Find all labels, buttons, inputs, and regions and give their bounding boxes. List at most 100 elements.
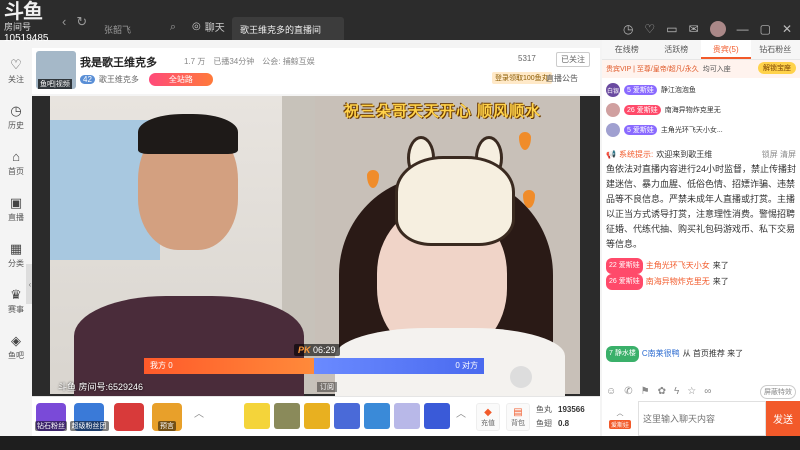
send-button[interactable]: 发送: [766, 401, 800, 436]
fan-badge: 5 爱斯娃: [624, 125, 657, 135]
message-icon[interactable]: ▭: [666, 22, 677, 36]
backpack-button[interactable]: ▤ 背包: [506, 403, 530, 431]
anchor-avatar-tag[interactable]: 鱼吧|视频: [38, 79, 72, 89]
chat-message[interactable]: 22 爱斯娃 主角光环飞天小女 来了: [606, 258, 796, 274]
history-icon[interactable]: ◷: [623, 22, 633, 36]
nav-home[interactable]: ⌂ 首页: [0, 140, 32, 186]
tab-online-rank[interactable]: 在线榜: [602, 40, 652, 59]
tab-diamond-fans[interactable]: 钻石粉丝: [751, 40, 800, 59]
gift-item[interactable]: [364, 403, 390, 429]
avatar: [606, 123, 620, 137]
right-camera-feed: [315, 96, 580, 396]
yuwan-label: 鱼丸: [536, 405, 552, 414]
gift-icon[interactable]: ✿: [658, 386, 666, 397]
follow-button[interactable]: 已关注: [556, 52, 590, 67]
chat-tab[interactable]: ◎ 聊天: [192, 19, 225, 34]
chevron-up-icon[interactable]: ︿: [456, 405, 466, 420]
avatar[interactable]: [709, 21, 726, 37]
gift-item[interactable]: [334, 403, 360, 429]
gift-item[interactable]: [244, 403, 270, 429]
chat-message[interactable]: 26 爱斯娃 南海异物炸克里无 来了: [606, 274, 796, 290]
login-reward-button[interactable]: 登录领取100鱼丸: [492, 72, 552, 84]
fullsite-button[interactable]: 全站路: [148, 73, 213, 86]
mail-icon[interactable]: ✉: [689, 22, 699, 36]
chevron-left-icon: ‹: [28, 279, 32, 289]
announcement-link[interactable]: 直播公告: [546, 73, 578, 84]
nav-follow[interactable]: ♡ 关注: [0, 48, 32, 94]
search-input[interactable]: 张韶飞: [104, 23, 131, 36]
back-arrow-icon[interactable]: ‹: [62, 14, 66, 30]
vip-medal: 白银: [606, 83, 620, 97]
subscribe-label[interactable]: 订阅: [317, 382, 337, 392]
refresh-icon[interactable]: ↻: [76, 14, 87, 30]
star-icon[interactable]: ☆: [687, 386, 696, 397]
video-player[interactable]: 祝三朵哥天天开心 顺风顺水 PK 06:29 我方 0 0 对方 斗鱼 房间号:…: [32, 96, 600, 396]
super-fans-button[interactable]: 超级粉丝团: [69, 403, 109, 431]
rank-tabs: 在线榜 活跃榜 贵宾(5) 钻石粉丝: [602, 40, 800, 60]
flag-icon[interactable]: ⚑: [641, 386, 650, 397]
vip-username: 南海异物炸克里无: [664, 107, 721, 114]
gift-item[interactable]: [274, 403, 300, 429]
chat-box[interactable]: 📢 系统提示: 欢迎来到歌王维 锁屏 清屏 鱼依法对直播内容进行24小时监督，禁…: [602, 145, 800, 411]
chat-user[interactable]: 主角光环飞天小女: [646, 258, 710, 274]
restore-icon[interactable]: ▢: [760, 22, 771, 36]
backpack-icon: ▤: [513, 406, 523, 418]
link-icon[interactable]: ∞: [704, 386, 711, 397]
douyu-logo[interactable]: 斗鱼 房间号 10519485: [4, 2, 56, 48]
tab-active-rank[interactable]: 活跃榜: [652, 40, 702, 59]
prediction-button[interactable]: 预言: [152, 403, 182, 431]
room-tab[interactable]: 歌王维克多的直播间: [232, 17, 344, 40]
system-welcome: 欢迎来到歌王维: [656, 150, 713, 159]
chat-user[interactable]: C南莱很鸭: [642, 346, 680, 362]
anchor-name[interactable]: 歌王维克多: [99, 74, 139, 85]
vip-username: 静江泡泡鱼: [660, 87, 696, 94]
pk-opponent-avatar[interactable]: [510, 366, 532, 388]
list-item[interactable]: 白银 5 爱斯娃 静江泡泡鱼: [606, 80, 796, 100]
room-meta: 1.7 万 已播34分钟 公会: 捕鲸互娱: [184, 56, 315, 67]
chat-tools[interactable]: 锁屏 清屏: [762, 149, 796, 160]
chat-input[interactable]: [638, 401, 766, 436]
megaphone-icon[interactable]: ✆: [624, 386, 632, 397]
pk-opponent-score: 0 对方: [314, 358, 484, 374]
shield-effects-button[interactable]: 屏蔽特效: [760, 385, 796, 399]
carrot-sticker: [519, 132, 531, 150]
top-icons: ◷ ♡ ▭ ✉ — ▢ ✕: [623, 21, 792, 37]
noble-strip: 贵宾VIP | 至尊/皇帝/超凡/永久 均可入座 解锁宝座: [602, 60, 800, 78]
unlock-seat-button[interactable]: 解锁宝座: [758, 62, 796, 74]
carrot-sticker: [523, 190, 535, 208]
search-box[interactable]: 张韶飞 ⌕: [96, 19, 182, 37]
tab-vip[interactable]: 贵宾(5): [701, 40, 751, 59]
chat-message[interactable]: 7 静水楼 C南莱很鸭 从 首页推荐 来了: [606, 346, 796, 362]
search-icon[interactable]: ⌕: [170, 21, 176, 34]
gift-toolbar: 钻石粉丝 超级粉丝团 预言 ︿ ︿ ◆ 充值 ▤ 背包 鱼丸 193566 鱼翅 0.8: [32, 396, 600, 436]
lightning-icon[interactable]: ϟ: [674, 386, 679, 397]
nav-history[interactable]: ◷ 历史: [0, 94, 32, 140]
gift-item[interactable]: [424, 403, 450, 429]
nav-label: 历史: [8, 120, 24, 130]
follow-count: 5317: [518, 54, 536, 63]
emoji-icon[interactable]: ☺: [606, 386, 616, 397]
favorite-icon[interactable]: ♡: [644, 22, 655, 36]
prediction-label: 预言: [158, 421, 176, 431]
pk-label: PK: [298, 345, 311, 355]
fan-badge: 5 爱斯娃: [624, 85, 657, 95]
recharge-button[interactable]: ◆ 充值: [476, 403, 500, 431]
gift-item[interactable]: [304, 403, 330, 429]
list-item[interactable]: 26 爱斯娃 南海异物炸克里无: [606, 100, 796, 120]
gift-item[interactable]: [394, 403, 420, 429]
app-window: 斗鱼 房间号 10519485 ‹ ↻ 张韶飞 ⌕ ◎ 聊天 歌王维克多的直播间…: [0, 0, 800, 450]
nav-live[interactable]: ▣ 直播: [0, 186, 32, 232]
list-item[interactable]: 5 爱斯娃 主角光环飞天小女...: [606, 120, 796, 140]
fan-badge-selector[interactable]: ︿ 爱斯娃: [602, 401, 638, 436]
heat-count: 1.7 万: [184, 57, 206, 66]
megaphone-icon: 📢: [606, 150, 616, 159]
minimize-icon[interactable]: —: [737, 22, 749, 36]
noble-link[interactable]: 均可入座: [703, 64, 731, 74]
red-packet-button[interactable]: [114, 403, 144, 431]
close-icon[interactable]: ✕: [782, 22, 792, 36]
chevron-up-icon[interactable]: ︿: [194, 405, 204, 420]
diamond-fans-button[interactable]: 钻石粉丝: [35, 403, 67, 431]
chat-user[interactable]: 南海异物炸克里无: [646, 274, 710, 290]
nav-fishbar[interactable]: ◈ 鱼吧: [0, 324, 32, 370]
pk-timer: PK 06:29: [294, 344, 340, 356]
